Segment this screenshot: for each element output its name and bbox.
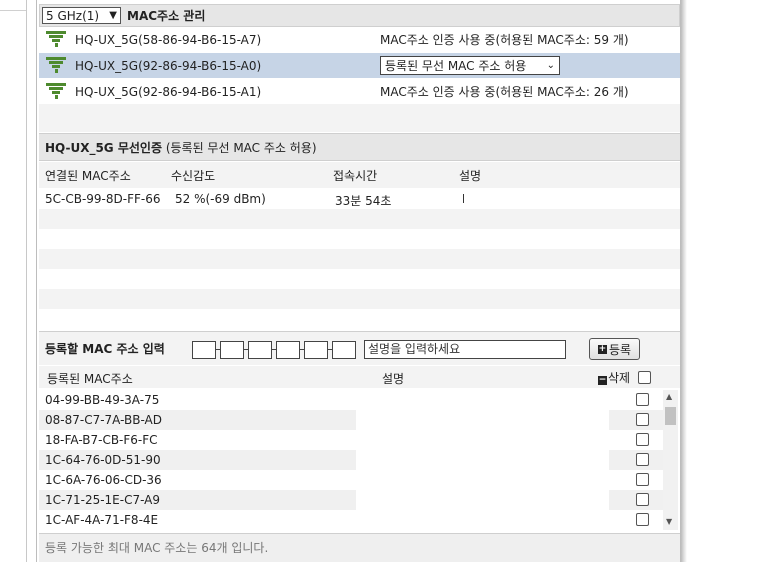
empty-row xyxy=(39,289,680,309)
delete-header: − 삭제 xyxy=(598,369,651,386)
registered-table-header: 등록된 MAC주소 설명 − 삭제 xyxy=(39,366,680,388)
description-input[interactable]: 설명을 입력하세요 xyxy=(364,340,566,359)
register-mac-label: 등록할 MAC 주소 입력 xyxy=(45,342,165,356)
empty-row xyxy=(39,209,680,229)
scroll-thumb[interactable] xyxy=(665,407,676,425)
mac-octet-input-6[interactable] xyxy=(332,341,356,359)
wifi-signal-icon xyxy=(45,56,67,75)
registered-mac: 1C-AF-4A-71-F8-4E xyxy=(45,513,159,527)
table-row: 5C-CB-99-8D-FF-66 52 %(-69 dBm) 33분 54초 xyxy=(39,188,680,209)
col-registered-mac: 등록된 MAC주소 xyxy=(47,372,133,386)
scroll-down-icon[interactable]: ▼ xyxy=(666,517,672,526)
auth-mode: (등록된 무선 MAC 주소 허용) xyxy=(165,140,317,155)
list-item: 08-87-C7-7A-BB-AD xyxy=(39,410,663,430)
delete-checkbox[interactable] xyxy=(636,473,649,486)
col-connected-mac: 연결된 MAC주소 xyxy=(45,168,131,183)
mac-octet-input-1[interactable] xyxy=(192,341,216,359)
delete-checkbox[interactable] xyxy=(636,453,649,466)
empty-row xyxy=(39,229,680,249)
registered-mac: 1C-71-25-1E-C7-A9 xyxy=(39,490,356,510)
ssid-name: HQ-UX_5G(92-86-94-B6-15-A1) xyxy=(75,84,262,99)
ssid-row-selected[interactable]: HQ-UX_5G(92-86-94-B6-15-A0) 등록된 무선 MAC 주… xyxy=(39,53,680,78)
register-button-label: 등록 xyxy=(608,342,632,357)
mac-octet-input-2[interactable] xyxy=(220,341,244,359)
list-item: 18-FA-B7-CB-F6-FC xyxy=(39,430,663,450)
ssid-name: HQ-UX_5G(58-86-94-B6-15-A7) xyxy=(75,32,262,47)
mac-policy-value: 등록된 무선 MAC 주소 허용 xyxy=(385,59,527,73)
panel-title: MAC주소 관리 xyxy=(127,9,206,23)
mac-octet-input-3[interactable] xyxy=(248,341,272,359)
connected-mac: 5C-CB-99-8D-FF-66 xyxy=(45,192,161,206)
col-time: 접속시간 xyxy=(333,168,378,183)
col-delete: 삭제 xyxy=(608,371,631,385)
mac-policy-select[interactable]: 등록된 무선 MAC 주소 허용 ⌄ xyxy=(380,56,560,75)
auth-ssid: HQ-UX_5G 무선인증 xyxy=(45,140,162,155)
mac-management-panel: 5 GHz(1) ▼ MAC주소 관리 HQ-UX_5G(58-86-94-B6… xyxy=(36,0,681,562)
delete-checkbox[interactable] xyxy=(636,493,649,506)
connected-table-header: 연결된 MAC주소 수신감도 접속시간 설명 xyxy=(39,162,680,188)
select-all-checkbox[interactable] xyxy=(637,371,651,384)
left-frame xyxy=(0,0,27,562)
registered-mac: 1C-6A-76-06-CD-36 xyxy=(45,473,162,487)
delete-checkbox[interactable] xyxy=(636,393,649,406)
delete-checkbox[interactable] xyxy=(636,513,649,526)
wifi-signal-icon xyxy=(45,82,67,101)
chevron-down-icon: ▼ xyxy=(109,10,117,21)
connected-signal: 52 %(-69 dBm) xyxy=(175,192,266,206)
auth-section-title: HQ-UX_5G 무선인증 (등록된 무선 MAC 주소 허용) xyxy=(39,133,680,161)
ssid-name: HQ-UX_5G(92-86-94-B6-15-A0) xyxy=(75,58,262,73)
scroll-up-icon[interactable]: ▲ xyxy=(666,392,672,401)
col-desc: 설명 xyxy=(459,168,482,183)
plus-icon: + xyxy=(597,343,607,354)
col-signal: 수신감도 xyxy=(171,168,216,183)
col-registered-desc: 설명 xyxy=(382,372,405,386)
registered-mac-list: 04-99-BB-49-3A-75 08-87-C7-7A-BB-AD 18-F… xyxy=(39,390,663,530)
wifi-signal-icon xyxy=(45,30,67,49)
panel-header: 5 GHz(1) ▼ MAC주소 관리 xyxy=(39,4,680,27)
ssid-list-spacer xyxy=(39,104,680,132)
registered-mac: 1C-64-76-0D-51-90 xyxy=(39,450,356,470)
ssid-row[interactable]: HQ-UX_5G(92-86-94-B6-15-A1) MAC주소 인증 사용 … xyxy=(39,79,680,104)
registered-mac: 08-87-C7-7A-BB-AD xyxy=(39,410,356,430)
band-select[interactable]: 5 GHz(1) ▼ xyxy=(42,7,121,24)
mac-octet-input-5[interactable] xyxy=(304,341,328,359)
connected-time: 33분 54초 xyxy=(335,194,392,208)
registered-mac: 04-99-BB-49-3A-75 xyxy=(45,393,160,407)
empty-row xyxy=(39,249,680,269)
list-item: 1C-71-25-1E-C7-A9 xyxy=(39,490,663,510)
list-item: 04-99-BB-49-3A-75 xyxy=(39,390,663,410)
registered-mac: 18-FA-B7-CB-F6-FC xyxy=(45,433,158,447)
ssid-status: MAC주소 인증 사용 중(허용된 MAC주소: 26 개) xyxy=(380,85,629,99)
text-cursor xyxy=(463,194,464,203)
ssid-row[interactable]: HQ-UX_5G(58-86-94-B6-15-A7) MAC주소 인증 사용 … xyxy=(39,27,680,52)
empty-row xyxy=(39,269,680,289)
empty-row xyxy=(39,309,680,329)
delete-checkbox[interactable] xyxy=(636,413,649,426)
band-select-value: 5 GHz(1) xyxy=(46,8,100,23)
list-item: 1C-64-76-0D-51-90 xyxy=(39,450,663,470)
list-item: 1C-6A-76-06-CD-36 xyxy=(39,470,663,490)
register-button[interactable]: + 등록 xyxy=(589,338,640,360)
register-mac-bar: 등록할 MAC 주소 입력 설명을 입력하세요 + 등록 xyxy=(39,331,680,365)
mac-octet-input-4[interactable] xyxy=(276,341,300,359)
list-item: 1C-AF-4A-71-F8-4E xyxy=(39,510,663,530)
footer-note: 등록 가능한 최대 MAC 주소는 64개 입니다. xyxy=(39,533,680,562)
minus-icon: − xyxy=(598,375,607,385)
list-scrollbar[interactable]: ▲ ▼ xyxy=(663,390,678,530)
panel-shadow xyxy=(681,0,687,562)
chevron-down-icon: ⌄ xyxy=(546,60,555,71)
ssid-status: MAC주소 인증 사용 중(허용된 MAC주소: 59 개) xyxy=(380,33,629,47)
delete-checkbox[interactable] xyxy=(636,433,649,446)
